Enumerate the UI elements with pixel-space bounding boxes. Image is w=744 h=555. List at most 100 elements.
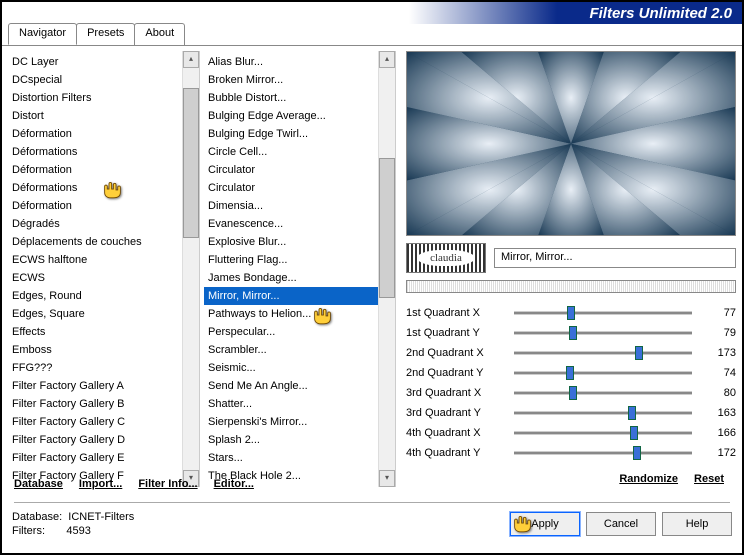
list-item[interactable]: Explosive Blur...	[204, 233, 378, 251]
editor-button[interactable]: Editor...	[214, 476, 254, 492]
category-listbox: DC LayerDCspecialDistortion FiltersDisto…	[8, 51, 200, 487]
list-item[interactable]: Shatter...	[204, 395, 378, 413]
preview-image	[407, 52, 735, 235]
param-label: 3rd Quadrant Y	[406, 407, 506, 419]
action-buttons: Apply Cancel Help	[510, 512, 732, 536]
list-item[interactable]: Déformation	[8, 197, 182, 215]
param-slider[interactable]	[514, 311, 692, 315]
list-item[interactable]: Bulging Edge Average...	[204, 107, 378, 125]
list-item[interactable]: Send Me An Angle...	[204, 377, 378, 395]
param-value: 79	[700, 327, 736, 339]
filter-scrollbar[interactable]: ▴ ▾	[378, 51, 395, 487]
scroll-up-icon[interactable]: ▴	[183, 51, 199, 68]
list-item[interactable]: Seismic...	[204, 359, 378, 377]
list-item[interactable]: Dimensia...	[204, 197, 378, 215]
list-item[interactable]: Emboss	[8, 341, 182, 359]
help-button[interactable]: Help	[662, 512, 732, 536]
list-item[interactable]: Filter Factory Gallery D	[8, 431, 182, 449]
list-item[interactable]: Déplacements de couches	[8, 233, 182, 251]
list-item[interactable]: Filter Factory Gallery C	[8, 413, 182, 431]
list-item[interactable]: DCspecial	[8, 71, 182, 89]
apply-button[interactable]: Apply	[510, 512, 580, 536]
list-item[interactable]: Scrambler...	[204, 341, 378, 359]
param-slider[interactable]	[514, 411, 692, 415]
list-item[interactable]: Bulging Edge Twirl...	[204, 125, 378, 143]
list-item[interactable]: Déformation	[8, 161, 182, 179]
list-item[interactable]: Circulator	[204, 179, 378, 197]
param-label: 3rd Quadrant X	[406, 387, 506, 399]
list-item[interactable]: Stars...	[204, 449, 378, 467]
param-row: 3rd Quadrant X80	[406, 383, 736, 403]
list-item[interactable]: Déformations	[8, 179, 182, 197]
tab-about[interactable]: About	[134, 23, 185, 45]
param-row: 4th Quadrant Y172	[406, 443, 736, 463]
right-column: claudia Mirror, Mirror... 1st Quadrant X…	[400, 51, 736, 487]
list-item[interactable]: Déformations	[8, 143, 182, 161]
filter-list[interactable]: Alias Blur...Broken Mirror...Bubble Dist…	[204, 51, 378, 487]
list-item[interactable]: Bubble Distort...	[204, 89, 378, 107]
filters-value: 4593	[66, 525, 90, 537]
randomize-button[interactable]: Randomize	[619, 471, 678, 487]
progress-bar	[406, 280, 736, 293]
cancel-button[interactable]: Cancel	[586, 512, 656, 536]
param-slider[interactable]	[514, 351, 692, 355]
scroll-track[interactable]	[379, 68, 395, 470]
filters-label: Filters:	[12, 525, 45, 537]
list-item[interactable]: Sierpenski's Mirror...	[204, 413, 378, 431]
list-item[interactable]: Filter Factory Gallery B	[8, 395, 182, 413]
list-item[interactable]: Broken Mirror...	[204, 71, 378, 89]
list-item[interactable]: FFG???	[8, 359, 182, 377]
list-item[interactable]: Alias Blur...	[204, 53, 378, 71]
category-list[interactable]: DC LayerDCspecialDistortion FiltersDisto…	[8, 51, 182, 487]
tab-underline	[2, 45, 742, 46]
list-item[interactable]: Mirror, Mirror...	[204, 287, 378, 305]
list-item[interactable]: Splash 2...	[204, 431, 378, 449]
list-item[interactable]: Effects	[8, 323, 182, 341]
reset-button[interactable]: Reset	[694, 471, 724, 487]
list-item[interactable]: Edges, Round	[8, 287, 182, 305]
import-button[interactable]: Import...	[79, 476, 122, 492]
param-label: 2nd Quadrant X	[406, 347, 506, 359]
param-slider[interactable]	[514, 331, 692, 335]
scroll-thumb[interactable]	[379, 158, 395, 298]
list-item[interactable]: Fluttering Flag...	[204, 251, 378, 269]
list-item[interactable]: Dégradés	[8, 215, 182, 233]
filter-info-button[interactable]: Filter Info...	[138, 476, 197, 492]
stamp-text: claudia	[430, 252, 462, 264]
param-row: 3rd Quadrant Y163	[406, 403, 736, 423]
param-slider[interactable]	[514, 451, 692, 455]
list-item[interactable]: Edges, Square	[8, 305, 182, 323]
database-button[interactable]: Database	[14, 476, 63, 492]
param-value: 166	[700, 427, 736, 439]
category-scrollbar[interactable]: ▴ ▾	[182, 51, 199, 487]
scroll-track[interactable]	[183, 68, 199, 470]
list-item[interactable]: James Bondage...	[204, 269, 378, 287]
param-panel: 1st Quadrant X771st Quadrant Y792nd Quad…	[406, 303, 736, 463]
list-item[interactable]: Déformation	[8, 125, 182, 143]
param-label: 2nd Quadrant Y	[406, 367, 506, 379]
list-item[interactable]: Pathways to Helion...	[204, 305, 378, 323]
param-row: 2nd Quadrant X173	[406, 343, 736, 363]
param-value: 74	[700, 367, 736, 379]
list-item[interactable]: Circulator	[204, 161, 378, 179]
param-slider[interactable]	[514, 431, 692, 435]
scroll-up-icon[interactable]: ▴	[379, 51, 395, 68]
list-item[interactable]: Circle Cell...	[204, 143, 378, 161]
list-item[interactable]: Evanescence...	[204, 215, 378, 233]
list-item[interactable]: Filter Factory Gallery A	[8, 377, 182, 395]
param-slider[interactable]	[514, 371, 692, 375]
list-item[interactable]: DC Layer	[8, 53, 182, 71]
scroll-thumb[interactable]	[183, 88, 199, 238]
list-item[interactable]: Distort	[8, 107, 182, 125]
db-value: ICNET-Filters	[68, 511, 134, 523]
param-slider[interactable]	[514, 391, 692, 395]
list-item[interactable]: Perspecular...	[204, 323, 378, 341]
list-item[interactable]: Distortion Filters	[8, 89, 182, 107]
tab-presets[interactable]: Presets	[76, 23, 135, 45]
tab-navigator[interactable]: Navigator	[8, 23, 77, 45]
right-link-buttons: Randomize Reset	[406, 463, 736, 487]
list-item[interactable]: ECWS	[8, 269, 182, 287]
list-item[interactable]: Filter Factory Gallery E	[8, 449, 182, 467]
list-item[interactable]: ECWS halftone	[8, 251, 182, 269]
filter-name-row: claudia Mirror, Mirror...	[406, 242, 736, 273]
